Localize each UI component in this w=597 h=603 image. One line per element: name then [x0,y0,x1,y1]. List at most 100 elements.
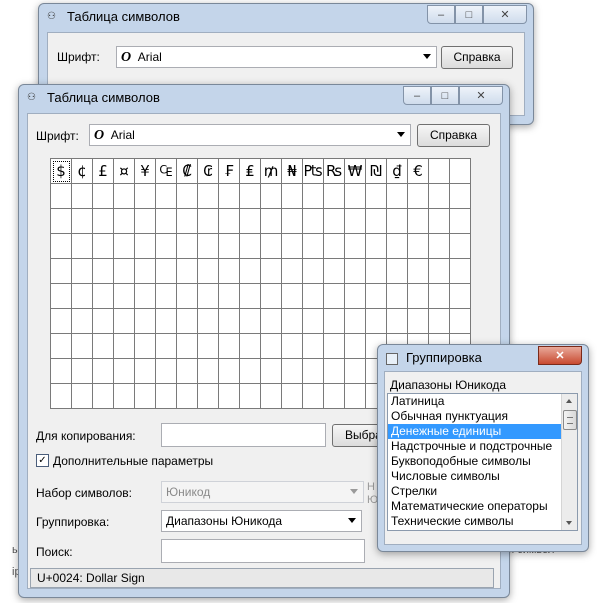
empty-cell[interactable] [324,359,345,384]
empty-cell[interactable] [282,234,303,259]
empty-cell[interactable] [114,384,135,409]
empty-cell[interactable] [261,184,282,209]
symbol-cell[interactable]: ₧ [303,159,324,184]
empty-cell[interactable] [387,309,408,334]
empty-cell[interactable] [219,184,240,209]
empty-cell[interactable] [282,334,303,359]
empty-cell[interactable] [387,284,408,309]
empty-cell[interactable] [177,334,198,359]
empty-cell[interactable] [156,334,177,359]
grouping-list-item[interactable]: Стрелки [388,484,577,499]
symbol-cell[interactable]: ₣ [219,159,240,184]
empty-cell[interactable] [198,334,219,359]
empty-cell[interactable] [450,209,471,234]
symbol-cell[interactable]: ₦ [282,159,303,184]
empty-cell[interactable] [114,184,135,209]
scroll-down-icon[interactable] [566,521,572,525]
empty-cell[interactable] [408,209,429,234]
empty-cell[interactable] [282,184,303,209]
empty-cell[interactable] [219,309,240,334]
empty-cell[interactable] [429,159,450,184]
empty-cell[interactable] [240,334,261,359]
empty-cell[interactable] [114,359,135,384]
grouping-list-item[interactable]: Буквоподобные символы [388,454,577,469]
empty-cell[interactable] [261,234,282,259]
symbol-cell[interactable]: ₩ [345,159,366,184]
empty-cell[interactable] [240,209,261,234]
empty-cell[interactable] [240,234,261,259]
back-close-button[interactable]: ✕ [483,5,527,24]
symbol-cell[interactable]: $ [51,159,72,184]
empty-cell[interactable] [156,234,177,259]
grouping-listbox[interactable]: Латиница Обычная пунктуация Денежные едини… [387,393,578,531]
empty-cell[interactable] [429,209,450,234]
empty-cell[interactable] [324,184,345,209]
symbol-cell[interactable]: £ [93,159,114,184]
empty-cell[interactable] [198,209,219,234]
empty-cell[interactable] [198,359,219,384]
empty-cell[interactable] [51,234,72,259]
empty-cell[interactable] [450,159,471,184]
empty-cell[interactable] [303,209,324,234]
empty-cell[interactable] [303,359,324,384]
empty-cell[interactable] [429,309,450,334]
empty-cell[interactable] [198,384,219,409]
empty-cell[interactable] [261,284,282,309]
maximize-button[interactable]: □ [431,86,459,105]
empty-cell[interactable] [282,284,303,309]
empty-cell[interactable] [261,384,282,409]
empty-cell[interactable] [114,309,135,334]
empty-cell[interactable] [408,259,429,284]
empty-cell[interactable] [324,284,345,309]
empty-cell[interactable] [429,284,450,309]
back-font-select[interactable]: O Arial [116,46,437,68]
empty-cell[interactable] [303,284,324,309]
advanced-checkbox[interactable]: ✓ [36,454,49,467]
empty-cell[interactable] [240,284,261,309]
empty-cell[interactable] [345,384,366,409]
empty-cell[interactable] [261,209,282,234]
empty-cell[interactable] [135,334,156,359]
listbox-scrollbar[interactable] [561,394,577,530]
empty-cell[interactable] [135,309,156,334]
empty-cell[interactable] [198,309,219,334]
popup-titlebar[interactable]: Группировка ✕ [378,345,588,371]
empty-cell[interactable] [156,184,177,209]
empty-cell[interactable] [366,209,387,234]
empty-cell[interactable] [51,384,72,409]
back-help-button[interactable]: Справка [441,46,513,69]
symbol-cell[interactable]: ¤ [114,159,135,184]
empty-cell[interactable] [72,284,93,309]
empty-cell[interactable] [240,359,261,384]
empty-cell[interactable] [177,184,198,209]
grouping-list-item[interactable]: Обычная пунктуация [388,409,577,424]
empty-cell[interactable] [72,259,93,284]
empty-cell[interactable] [135,259,156,284]
empty-cell[interactable] [93,334,114,359]
symbol-cell[interactable]: ₠ [156,159,177,184]
empty-cell[interactable] [324,259,345,284]
empty-cell[interactable] [72,234,93,259]
empty-cell[interactable] [72,359,93,384]
symbol-cell[interactable]: ¢ [72,159,93,184]
symbol-cell[interactable]: ₤ [240,159,261,184]
empty-cell[interactable] [156,284,177,309]
empty-cell[interactable] [51,184,72,209]
empty-cell[interactable] [219,334,240,359]
empty-cell[interactable] [324,384,345,409]
symbol-cell[interactable]: ₪ [366,159,387,184]
empty-cell[interactable] [135,234,156,259]
empty-cell[interactable] [366,234,387,259]
empty-cell[interactable] [429,234,450,259]
scroll-up-icon[interactable] [566,399,572,403]
empty-cell[interactable] [366,184,387,209]
empty-cell[interactable] [450,259,471,284]
symbol-cell[interactable]: ₥ [261,159,282,184]
symbol-cell[interactable]: ₫ [387,159,408,184]
empty-cell[interactable] [114,284,135,309]
empty-cell[interactable] [93,309,114,334]
empty-cell[interactable] [261,359,282,384]
empty-cell[interactable] [156,309,177,334]
empty-cell[interactable] [219,384,240,409]
minimize-button[interactable]: – [403,86,431,105]
